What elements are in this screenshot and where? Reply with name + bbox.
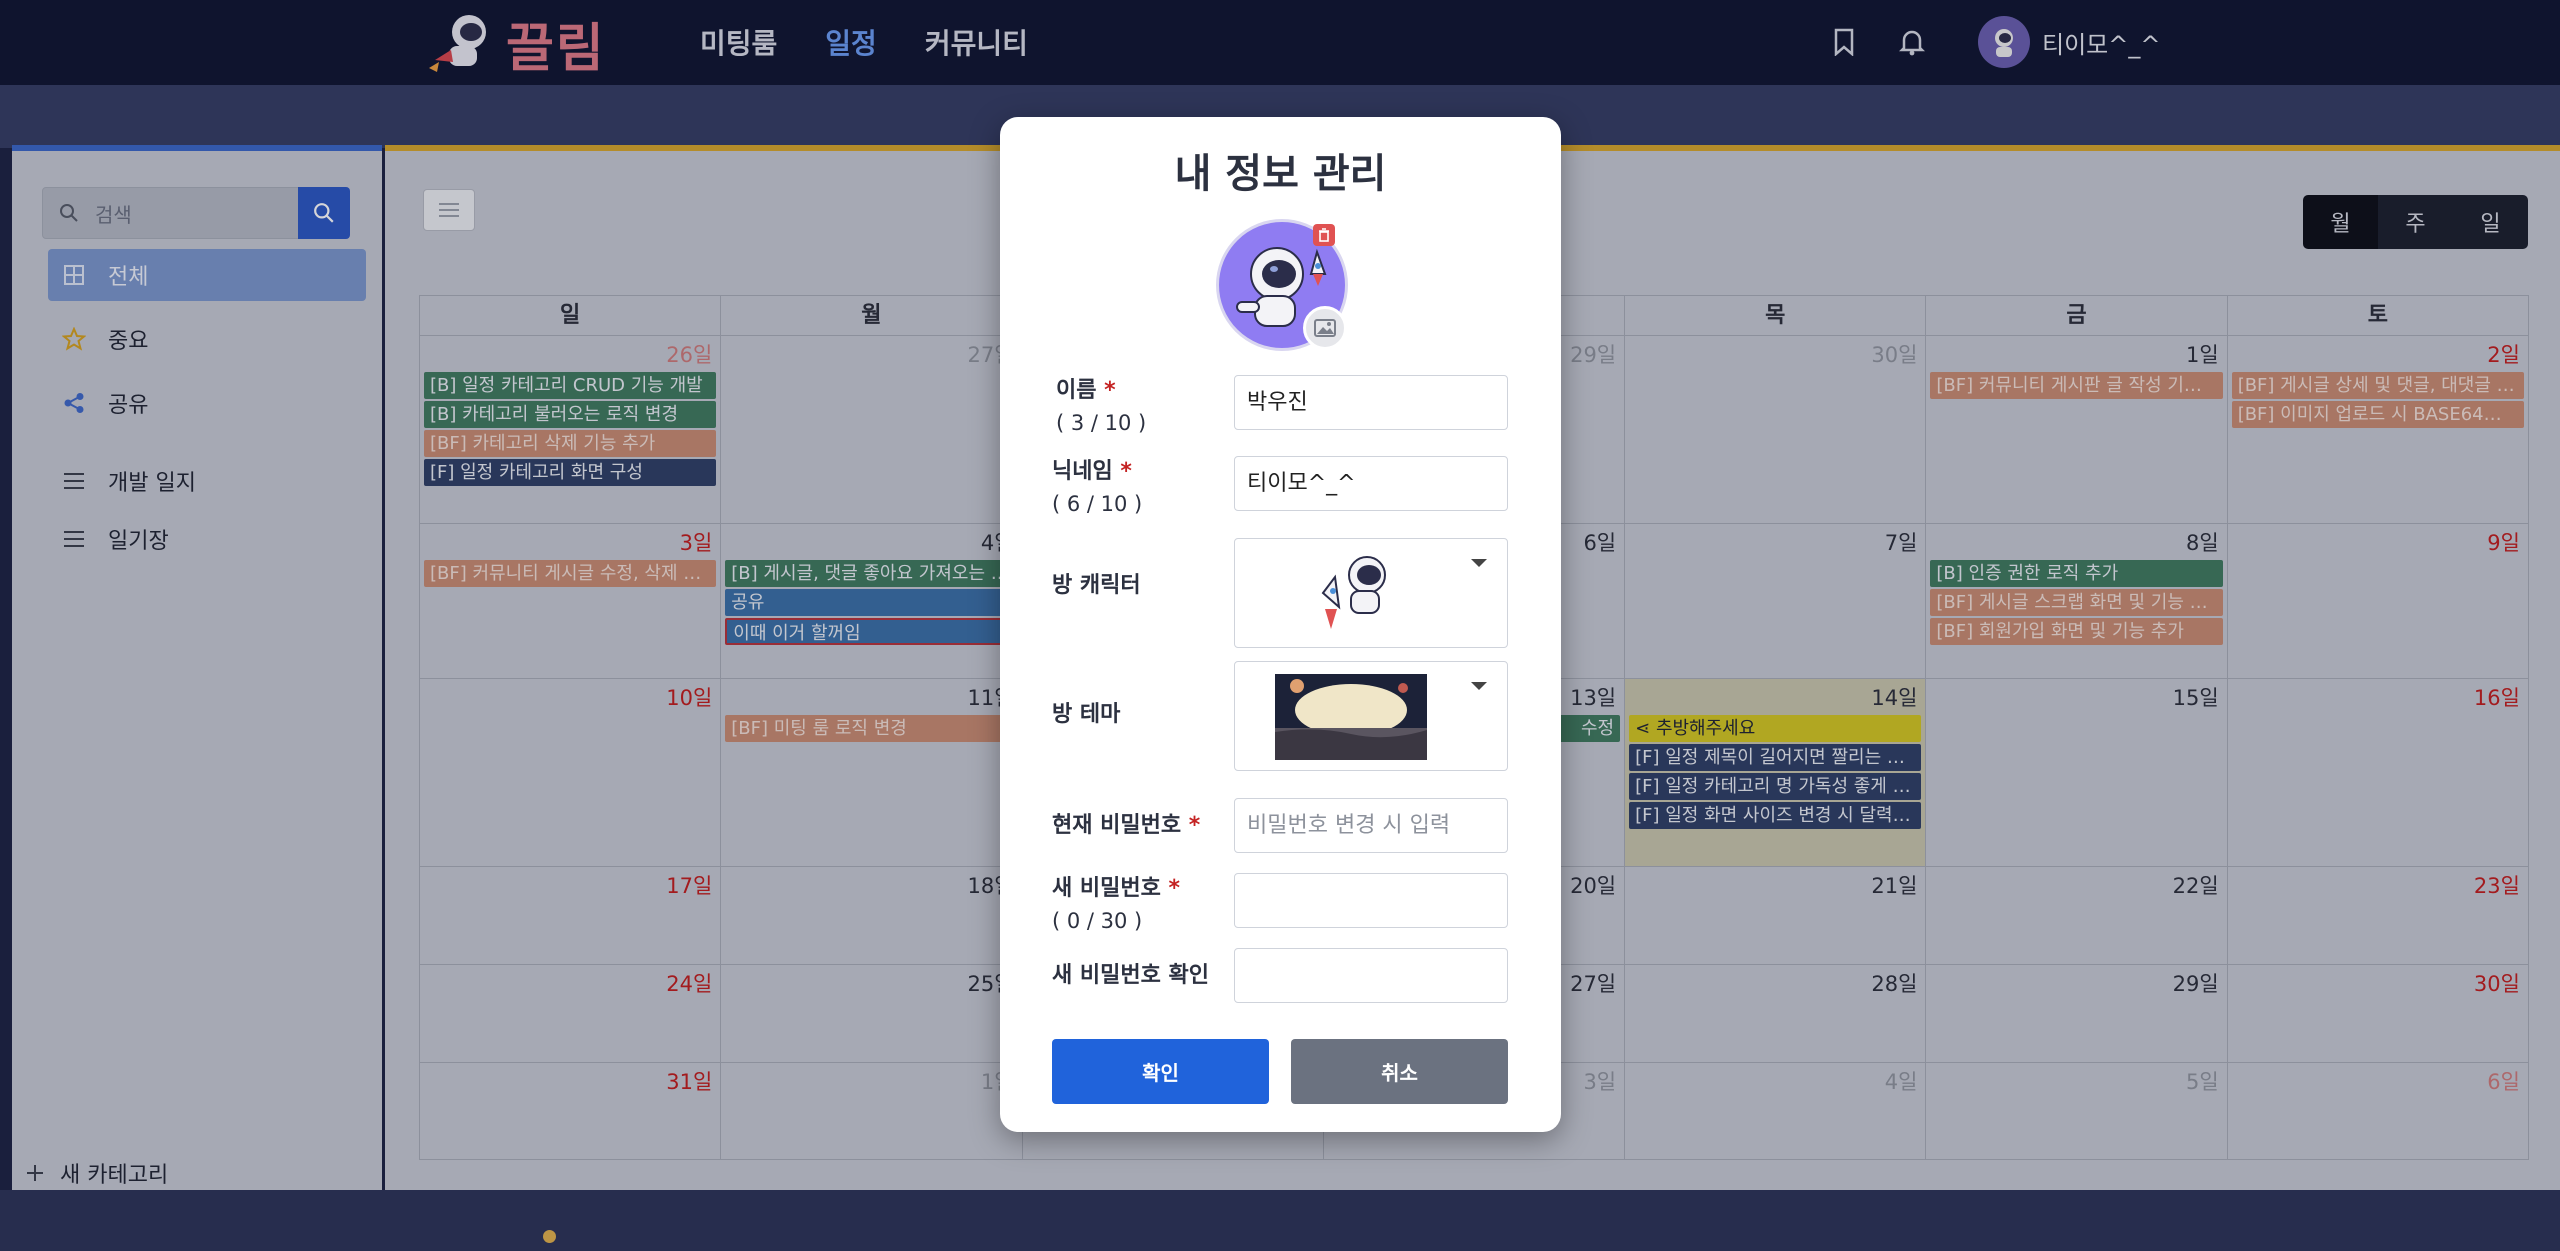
confirm-button[interactable]: 확인 — [1052, 1039, 1269, 1104]
new-password-field[interactable] — [1234, 873, 1508, 928]
name-char-count: ( 3 / 10 ) — [1056, 411, 1147, 435]
theme-label: 방 테마 — [1052, 702, 1121, 727]
delete-avatar-button[interactable] — [1313, 224, 1335, 246]
new-password-char-count: ( 0 / 30 ) — [1052, 909, 1143, 933]
nickname-field[interactable]: 티이모^_^ — [1234, 456, 1508, 511]
current-password-field[interactable]: 비밀번호 변경 시 입력 — [1234, 798, 1508, 853]
moon-theme-icon — [1275, 674, 1427, 760]
name-label: 이름 * ( 3 / 10 ) — [1056, 375, 1146, 439]
profile-modal: 내 정보 관리 이름 * ( 3 / 10 ) 박우진 닉네임 * (6 / … — [1000, 117, 1561, 1132]
image-icon — [1314, 319, 1336, 337]
chevron-down-icon — [1471, 559, 1487, 567]
theme-select[interactable] — [1234, 661, 1508, 771]
profile-avatar — [1216, 219, 1348, 351]
nickname-char-count: ( 6 / 10 ) — [1052, 492, 1143, 516]
new-password-label: 새 비밀번호 * ( 0 / 30 ) — [1052, 873, 1180, 937]
modal-title: 내 정보 관리 — [1174, 151, 1387, 197]
astronaut-rocket-icon — [1321, 556, 1386, 629]
confirm-password-label: 새 비밀번호 확인 — [1052, 963, 1209, 988]
nickname-label: 닉네임 * ( 6 / 10 ) — [1052, 456, 1142, 520]
name-field[interactable]: 박우진 — [1234, 375, 1508, 430]
trash-icon — [1319, 228, 1329, 242]
cancel-button[interactable]: 취소 — [1291, 1039, 1508, 1104]
chevron-down-icon — [1471, 682, 1487, 690]
confirm-password-field[interactable] — [1234, 948, 1508, 1003]
character-select[interactable] — [1234, 538, 1508, 648]
upload-image-button[interactable] — [1303, 306, 1347, 350]
current-password-label: 현재 비밀번호 * — [1052, 813, 1201, 838]
character-label: 방 캐릭터 — [1052, 573, 1141, 598]
